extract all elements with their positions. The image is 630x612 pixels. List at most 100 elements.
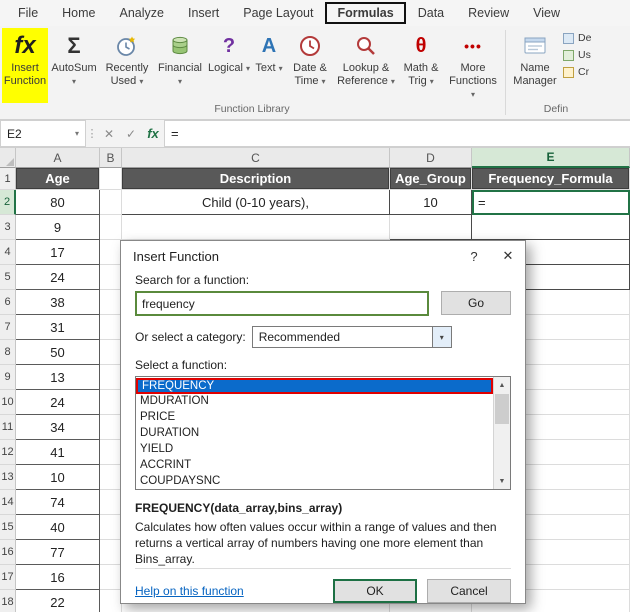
cell-B17[interactable]: [100, 565, 122, 590]
cell-B15[interactable]: [100, 515, 122, 540]
cell-A14[interactable]: 74: [16, 490, 100, 515]
tab-home[interactable]: Home: [50, 1, 107, 25]
cell-B7[interactable]: [100, 315, 122, 340]
define-name-button[interactable]: De: [563, 32, 603, 44]
cell-B18[interactable]: [100, 590, 122, 612]
more-functions-button[interactable]: ••• More Functions ▾: [444, 28, 502, 103]
formula-insert-function-button[interactable]: fx: [142, 120, 164, 147]
function-item-coupdaysnc[interactable]: COUPDAYSNC: [136, 474, 493, 489]
cell-A13[interactable]: 10: [16, 465, 100, 490]
cell-A1[interactable]: Age: [16, 168, 100, 190]
formula-input[interactable]: =: [164, 120, 630, 147]
cell-B1[interactable]: [100, 168, 122, 190]
tab-data[interactable]: Data: [406, 1, 456, 25]
row-header-15[interactable]: 15: [0, 515, 16, 540]
formula-enter-button[interactable]: ✓: [120, 120, 142, 147]
help-link[interactable]: Help on this function: [135, 584, 244, 598]
use-in-formula-button[interactable]: Us: [563, 49, 603, 61]
cell-B11[interactable]: [100, 415, 122, 440]
row-header-9[interactable]: 9: [0, 365, 16, 390]
cell-A15[interactable]: 40: [16, 515, 100, 540]
dialog-titlebar[interactable]: Insert Function ? ✕: [121, 241, 525, 271]
function-item-accrint[interactable]: ACCRINT: [136, 458, 493, 474]
name-box-dropdown-icon[interactable]: ▾: [75, 129, 79, 138]
select-all-corner[interactable]: [0, 148, 16, 168]
scrollbar-thumb[interactable]: [495, 394, 509, 424]
cell-B10[interactable]: [100, 390, 122, 415]
logical-button[interactable]: ? Logical ▾: [206, 28, 252, 103]
row-header-18[interactable]: 18: [0, 590, 16, 612]
cell-A9[interactable]: 13: [16, 365, 100, 390]
function-search-input[interactable]: [135, 291, 429, 316]
cell-A3[interactable]: 9: [16, 215, 100, 240]
cancel-button[interactable]: Cancel: [427, 578, 511, 603]
function-item-yield[interactable]: YIELD: [136, 442, 493, 458]
cell-A11[interactable]: 34: [16, 415, 100, 440]
scroll-up-button[interactable]: ▲: [494, 377, 510, 393]
tab-file[interactable]: File: [6, 1, 50, 25]
scrollbar-track[interactable]: [494, 424, 510, 473]
cell-C2[interactable]: Child (0-10 years),: [122, 190, 390, 215]
cell-B6[interactable]: [100, 290, 122, 315]
row-header-4[interactable]: 4: [0, 240, 16, 265]
row-header-3[interactable]: 3: [0, 215, 16, 240]
function-item-duration[interactable]: DURATION: [136, 426, 493, 442]
row-header-1[interactable]: 1: [0, 168, 16, 190]
cell-C1[interactable]: Description: [122, 168, 390, 190]
cell-A6[interactable]: 38: [16, 290, 100, 315]
math-trig-button[interactable]: θ Math & Trig ▾: [398, 28, 444, 103]
cell-A7[interactable]: 31: [16, 315, 100, 340]
cell-C3[interactable]: [122, 215, 390, 240]
text-button[interactable]: A Text ▾: [252, 28, 286, 103]
cell-B3[interactable]: [100, 215, 122, 240]
name-manager-button[interactable]: Name Manager: [509, 28, 561, 103]
dialog-help-button[interactable]: ?: [457, 241, 491, 271]
formula-bar-splitter[interactable]: ⋮: [86, 120, 98, 147]
function-item-mduration[interactable]: MDURATION: [136, 394, 493, 410]
lookup-reference-button[interactable]: Lookup & Reference ▾: [334, 28, 398, 103]
tab-view[interactable]: View: [521, 1, 572, 25]
function-item-price[interactable]: PRICE: [136, 410, 493, 426]
formula-cancel-button[interactable]: ✕: [98, 120, 120, 147]
cell-E3[interactable]: [472, 215, 630, 240]
tab-analyze[interactable]: Analyze: [108, 1, 176, 25]
cell-A16[interactable]: 77: [16, 540, 100, 565]
cell-A2[interactable]: 80: [16, 190, 100, 215]
category-dropdown[interactable]: Recommended ▾: [251, 326, 452, 348]
column-header-B[interactable]: B: [100, 148, 122, 168]
tab-review[interactable]: Review: [456, 1, 521, 25]
autosum-button[interactable]: Σ AutoSum ▾: [48, 28, 100, 103]
insert-function-button[interactable]: fx Insert Function: [2, 28, 48, 103]
listbox-scrollbar[interactable]: ▲ ▼: [493, 377, 510, 489]
cell-B2[interactable]: [100, 190, 122, 215]
row-header-14[interactable]: 14: [0, 490, 16, 515]
cell-E2[interactable]: =: [472, 190, 630, 215]
tab-insert[interactable]: Insert: [176, 1, 231, 25]
dialog-close-button[interactable]: ✕: [491, 241, 525, 271]
recently-used-button[interactable]: Recently Used ▾: [100, 28, 154, 103]
row-header-8[interactable]: 8: [0, 340, 16, 365]
create-from-selection-button[interactable]: Cr: [563, 66, 603, 78]
go-button[interactable]: Go: [441, 291, 511, 315]
cell-B13[interactable]: [100, 465, 122, 490]
cell-E1[interactable]: Frequency_Formula: [472, 168, 630, 190]
row-header-17[interactable]: 17: [0, 565, 16, 590]
row-header-6[interactable]: 6: [0, 290, 16, 315]
row-header-12[interactable]: 12: [0, 440, 16, 465]
column-header-D[interactable]: D: [390, 148, 472, 168]
cell-A10[interactable]: 24: [16, 390, 100, 415]
financial-button[interactable]: Financial ▾: [154, 28, 206, 103]
cell-A4[interactable]: 17: [16, 240, 100, 265]
tab-page-layout[interactable]: Page Layout: [231, 1, 325, 25]
cell-A17[interactable]: 16: [16, 565, 100, 590]
name-box[interactable]: E2 ▾: [0, 120, 86, 147]
row-header-5[interactable]: 5: [0, 265, 16, 290]
cell-D2[interactable]: 10: [390, 190, 472, 215]
cell-A18[interactable]: 22: [16, 590, 100, 612]
row-header-2[interactable]: 2: [0, 190, 16, 215]
row-header-11[interactable]: 11: [0, 415, 16, 440]
cell-B16[interactable]: [100, 540, 122, 565]
cell-B4[interactable]: [100, 240, 122, 265]
row-header-7[interactable]: 7: [0, 315, 16, 340]
cell-B8[interactable]: [100, 340, 122, 365]
